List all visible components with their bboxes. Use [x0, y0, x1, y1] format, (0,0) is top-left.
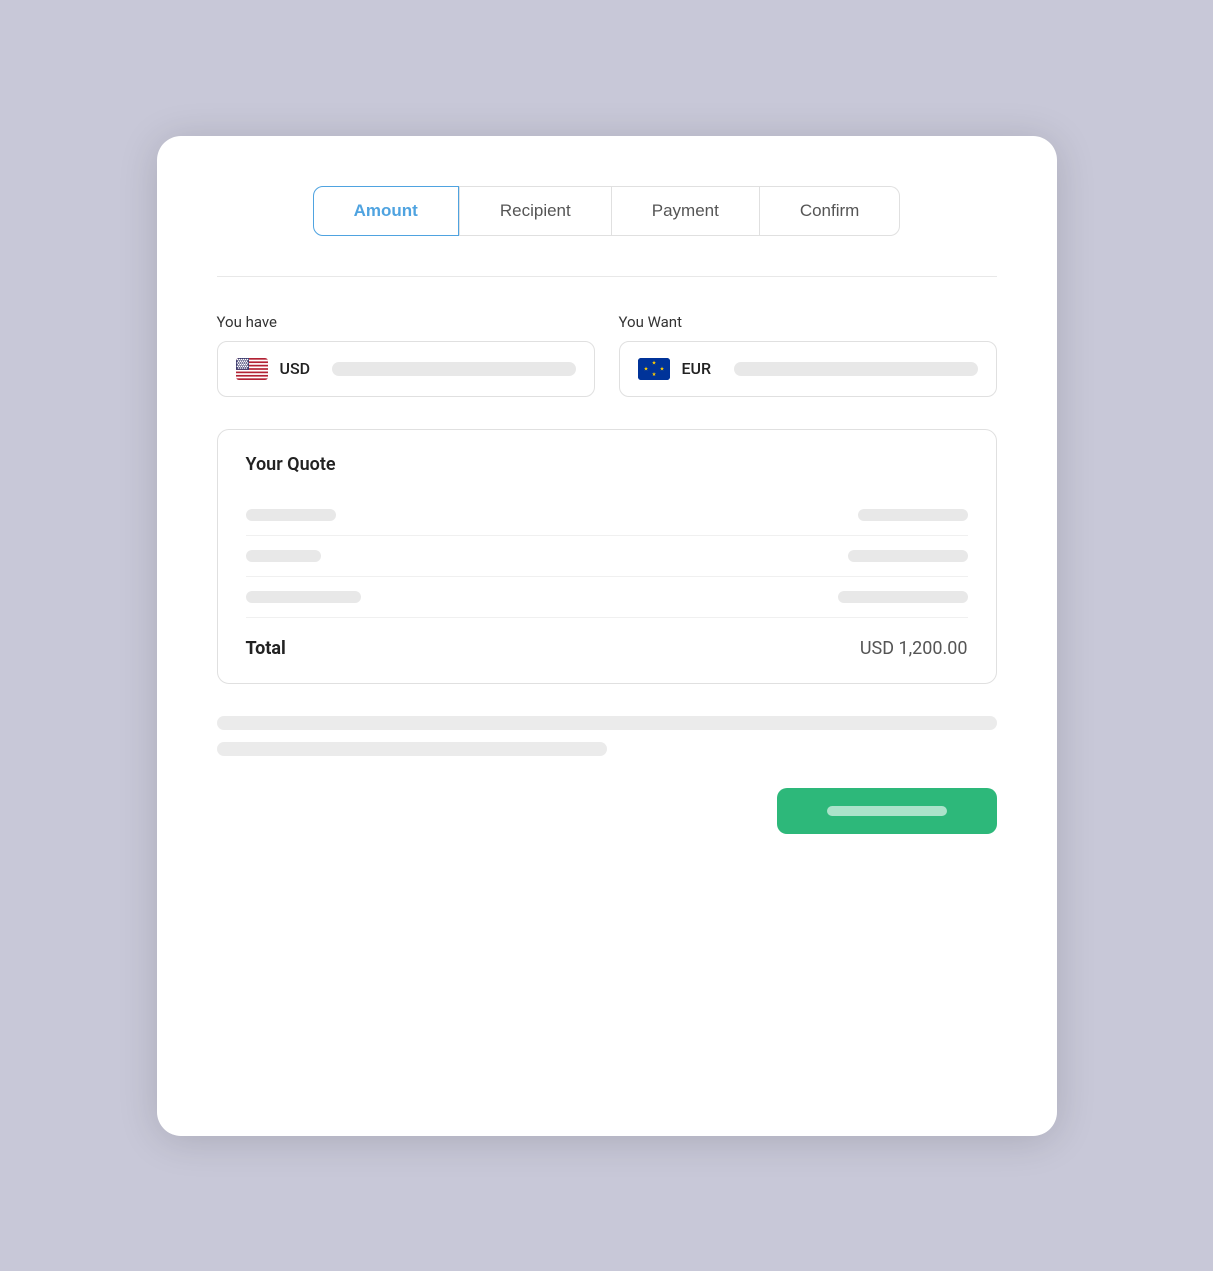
quote-skeleton-left-2: [246, 550, 321, 562]
you-have-label: You have: [217, 313, 595, 331]
tab-amount[interactable]: Amount: [313, 186, 459, 236]
continue-button-label-placeholder: [827, 806, 947, 816]
usd-code: USD: [280, 359, 320, 378]
eur-amount-placeholder: [734, 362, 978, 376]
usd-amount-placeholder: [332, 362, 576, 376]
quote-row-1: [246, 495, 968, 536]
button-row: [217, 788, 997, 834]
tab-confirm[interactable]: Confirm: [760, 186, 901, 236]
quote-row-3: [246, 577, 968, 618]
eur-flag-icon: [638, 358, 670, 380]
currency-section: You have: [217, 313, 997, 397]
usd-flag-icon: [236, 358, 268, 380]
header-divider: [217, 276, 997, 277]
tab-recipient[interactable]: Recipient: [459, 186, 612, 236]
main-card: Amount Recipient Payment Confirm You hav…: [157, 136, 1057, 1136]
you-want-label: You Want: [619, 313, 997, 331]
quote-row-2: [246, 536, 968, 577]
quote-skeleton-left-1: [246, 509, 336, 521]
quote-skeleton-left-3: [246, 591, 361, 603]
skeleton-bar-1: [217, 716, 997, 730]
quote-total-label: Total: [246, 638, 286, 659]
tab-payment[interactable]: Payment: [612, 186, 760, 236]
quote-title: Your Quote: [246, 454, 968, 475]
continue-button[interactable]: [777, 788, 997, 834]
quote-skeleton-right-1: [858, 509, 968, 521]
quote-total-value: USD 1,200.00: [860, 638, 968, 659]
quote-skeleton-right-2: [848, 550, 968, 562]
skeleton-section: [217, 716, 997, 756]
you-have-box[interactable]: USD: [217, 341, 595, 397]
quote-skeleton-right-3: [838, 591, 968, 603]
you-want-group: You Want EUR: [619, 313, 997, 397]
you-have-group: You have: [217, 313, 595, 397]
quote-section: Your Quote Total USD 1,200.00: [217, 429, 997, 684]
eur-code: EUR: [682, 359, 722, 378]
tabs-container: Amount Recipient Payment Confirm: [217, 186, 997, 236]
you-want-box[interactable]: EUR: [619, 341, 997, 397]
skeleton-bar-2: [217, 742, 607, 756]
quote-total-row: Total USD 1,200.00: [246, 622, 968, 659]
